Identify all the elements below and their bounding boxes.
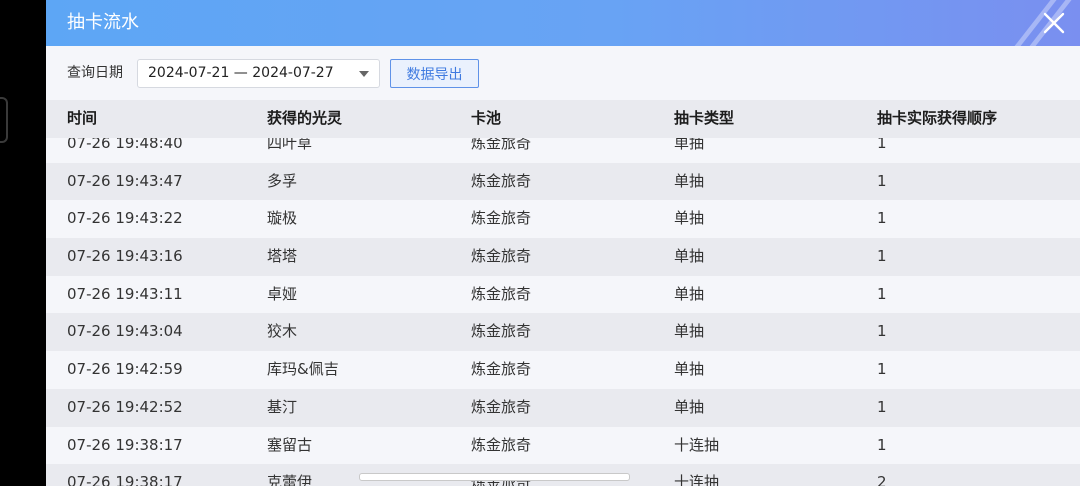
cell-time: 07-26 19:38:17 bbox=[67, 473, 183, 486]
horizontal-scroll-indicator[interactable] bbox=[359, 473, 630, 481]
cell-type: 单抽 bbox=[674, 397, 705, 416]
header-pool: 卡池 bbox=[471, 109, 502, 127]
cell-pool: 炼金旅奇 bbox=[471, 171, 532, 190]
header-order: 抽卡实际获得顺序 bbox=[877, 109, 998, 127]
cell-order: 1 bbox=[877, 397, 887, 416]
header-type: 抽卡类型 bbox=[674, 109, 735, 127]
query-date-label: 查询日期 bbox=[67, 65, 123, 81]
table-row: 07-26 19:43:16 塔塔 炼金旅奇 单抽 1 bbox=[46, 238, 1080, 276]
cell-time: 07-26 19:42:52 bbox=[67, 397, 183, 416]
cell-spirit: 塞留古 bbox=[267, 435, 313, 454]
cell-type: 十连抽 bbox=[674, 435, 720, 454]
cell-order: 2 bbox=[877, 473, 887, 486]
cell-time: 07-26 19:43:22 bbox=[67, 209, 183, 228]
cell-spirit: 卓娅 bbox=[267, 284, 298, 303]
cell-type: 单抽 bbox=[674, 284, 705, 303]
table-row: 07-26 19:38:17 塞留古 炼金旅奇 十连抽 1 bbox=[46, 426, 1080, 465]
cell-pool: 炼金旅奇 bbox=[471, 322, 532, 341]
table-header: 时间 获得的光灵 卡池 抽卡类型 抽卡实际获得顺序 bbox=[46, 100, 1080, 138]
header-spirit: 获得的光灵 bbox=[267, 109, 343, 127]
cell-pool: 炼金旅奇 bbox=[471, 360, 532, 379]
header-time: 时间 bbox=[67, 109, 98, 127]
cell-type: 单抽 bbox=[674, 360, 705, 379]
cell-pool: 炼金旅奇 bbox=[471, 284, 532, 303]
cell-pool: 炼金旅奇 bbox=[471, 247, 532, 266]
export-data-button[interactable]: 数据导出 bbox=[390, 59, 479, 88]
cell-order: 1 bbox=[877, 247, 887, 266]
filter-toolbar: 查询日期 2024-07-21 — 2024-07-27 数据导出 bbox=[46, 46, 1080, 100]
cell-order: 1 bbox=[877, 209, 887, 228]
cell-order: 1 bbox=[877, 171, 887, 190]
cell-time: 07-26 19:43:11 bbox=[67, 284, 183, 303]
cell-time: 07-26 19:43:04 bbox=[67, 322, 183, 341]
cell-pool: 炼金旅奇 bbox=[471, 209, 532, 228]
cell-spirit: 库玛&佩吉 bbox=[267, 360, 339, 379]
cell-order: 1 bbox=[877, 322, 887, 341]
history-table[interactable]: 时间 获得的光灵 卡池 抽卡类型 抽卡实际获得顺序 07-26 19:48:40… bbox=[46, 100, 1080, 486]
cell-spirit: 璇极 bbox=[267, 209, 298, 228]
table-row: 07-26 19:43:11 卓娅 炼金旅奇 单抽 1 bbox=[46, 275, 1080, 314]
cell-spirit: 狡木 bbox=[267, 322, 298, 341]
table-row: 07-26 19:43:47 多孚 炼金旅奇 单抽 1 bbox=[46, 162, 1080, 201]
table-row: 07-26 19:42:59 库玛&佩吉 炼金旅奇 单抽 1 bbox=[46, 351, 1080, 389]
cell-time: 07-26 19:43:47 bbox=[67, 171, 183, 190]
date-range-select[interactable]: 2024-07-21 — 2024-07-27 bbox=[137, 59, 380, 88]
cell-time: 07-26 19:43:16 bbox=[67, 247, 183, 266]
close-button[interactable] bbox=[1038, 7, 1070, 39]
cell-type: 单抽 bbox=[674, 247, 705, 266]
table-row: 07-26 19:42:52 基汀 炼金旅奇 单抽 1 bbox=[46, 388, 1080, 427]
table-row: 07-26 19:43:22 璇极 炼金旅奇 单抽 1 bbox=[46, 200, 1080, 239]
cell-type: 单抽 bbox=[674, 209, 705, 228]
cell-time: 07-26 19:42:59 bbox=[67, 360, 183, 379]
side-handle[interactable] bbox=[0, 97, 8, 143]
table-row: 07-26 19:43:04 狡木 炼金旅奇 单抽 1 bbox=[46, 313, 1080, 352]
cell-time: 07-26 19:38:17 bbox=[67, 435, 183, 454]
cell-type: 单抽 bbox=[674, 322, 705, 341]
cell-spirit: 多孚 bbox=[267, 171, 298, 190]
cell-order: 1 bbox=[877, 435, 887, 454]
cell-spirit: 克蕾伊 bbox=[267, 473, 313, 486]
table-body: 07-26 19:48:40 四叶草 炼金旅奇 单抽 1 07-26 19:43… bbox=[46, 125, 1080, 486]
cell-type: 单抽 bbox=[674, 171, 705, 190]
cell-pool: 炼金旅奇 bbox=[471, 397, 532, 416]
cell-spirit: 塔塔 bbox=[267, 247, 298, 266]
close-icon bbox=[1043, 12, 1065, 34]
cell-order: 1 bbox=[877, 284, 887, 303]
date-range-value: 2024-07-21 — 2024-07-27 bbox=[148, 65, 334, 81]
gacha-history-dialog: 抽卡流水 查询日期 2024-07-21 — 2024-07-27 数据导出 时… bbox=[46, 0, 1080, 486]
cell-order: 1 bbox=[877, 360, 887, 379]
dialog-titlebar: 抽卡流水 bbox=[46, 0, 1080, 46]
cell-type: 十连抽 bbox=[674, 473, 720, 486]
dropdown-caret-icon bbox=[359, 71, 369, 77]
cell-pool: 炼金旅奇 bbox=[471, 435, 532, 454]
cell-spirit: 基汀 bbox=[267, 397, 298, 416]
dialog-title: 抽卡流水 bbox=[67, 12, 139, 33]
